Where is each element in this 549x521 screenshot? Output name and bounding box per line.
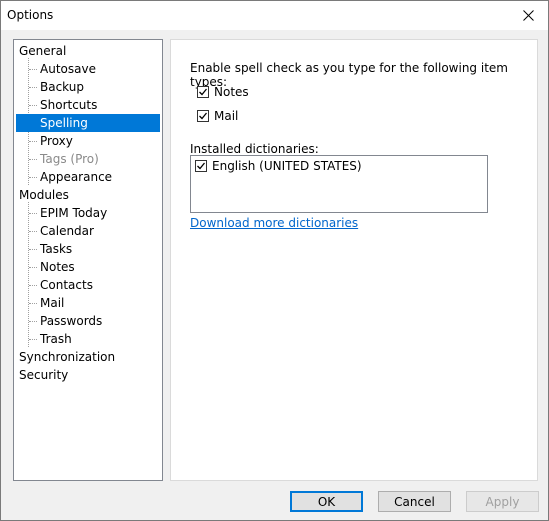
tree-item-contacts[interactable]: Contacts [38, 276, 95, 294]
tree-item-security[interactable]: Security [19, 366, 68, 384]
close-button[interactable] [508, 1, 548, 30]
tree-connector [29, 105, 37, 106]
checkmark-icon [199, 88, 208, 96]
options-tree[interactable]: General Autosave Backup Shortcuts Spelling Pr… [13, 39, 163, 481]
tree-item-spelling[interactable]: Spelling [16, 114, 160, 132]
tree-item-autosave[interactable]: Autosave [38, 60, 98, 78]
tree-item-trash[interactable]: Trash [38, 330, 74, 348]
tree-connector [29, 69, 37, 70]
download-dictionaries-link[interactable]: Download more dictionaries [190, 216, 358, 230]
tree-item-epim-today[interactable]: EPIM Today [38, 204, 109, 222]
tree-connector [29, 213, 37, 214]
tree-connector [29, 177, 37, 178]
tree-item-proxy[interactable]: Proxy [38, 132, 75, 150]
tree-connector [28, 202, 29, 347]
checkmark-icon [197, 162, 206, 170]
dictionary-item[interactable]: English (UNITED STATES) [195, 159, 362, 173]
tree-connector [29, 87, 37, 88]
dictionaries-list[interactable]: English (UNITED STATES) [190, 155, 488, 213]
notes-checkbox-row[interactable]: Notes [197, 85, 249, 99]
options-window: Options General Autosave Backup Shortcuts Sp… [0, 0, 549, 521]
apply-button[interactable]: Apply [466, 491, 539, 512]
tree-item-calendar[interactable]: Calendar [38, 222, 96, 240]
mail-checkbox-row[interactable]: Mail [197, 109, 238, 123]
notes-checkbox-label: Notes [214, 85, 249, 99]
dictionary-label: English (UNITED STATES) [212, 159, 362, 173]
tree-item-modules[interactable]: Modules [19, 186, 69, 204]
dictionary-checkbox[interactable] [195, 160, 207, 172]
tree-connector [29, 231, 37, 232]
ok-button[interactable]: OK [290, 491, 363, 512]
mail-checkbox-label: Mail [214, 109, 239, 123]
checkmark-icon [199, 112, 208, 120]
mail-checkbox[interactable] [197, 110, 209, 122]
window-title: Options [7, 8, 54, 22]
cancel-button[interactable]: Cancel [378, 491, 451, 512]
notes-checkbox[interactable] [197, 86, 209, 98]
tree-item-tags-pro[interactable]: Tags (Pro) [38, 150, 101, 168]
tree-item-passwords[interactable]: Passwords [38, 312, 104, 330]
tree-connector [29, 141, 37, 142]
tree-connector [29, 285, 37, 286]
tree-item-mail[interactable]: Mail [38, 294, 66, 312]
tree-connector [29, 303, 37, 304]
tree-item-tasks[interactable]: Tasks [38, 240, 74, 258]
tree-connector [29, 321, 37, 322]
close-icon [522, 10, 534, 21]
tree-item-notes[interactable]: Notes [38, 258, 77, 276]
tree-connector [29, 249, 37, 250]
tree-item-appearance[interactable]: Appearance [38, 168, 114, 186]
tree-item-synchronization[interactable]: Synchronization [19, 348, 115, 366]
tree-connector [29, 339, 37, 340]
tree-item-backup[interactable]: Backup [38, 78, 86, 96]
spelling-panel: Enable spell check as you type for the f… [170, 39, 538, 481]
tree-connector [29, 159, 37, 160]
tree-item-general[interactable]: General [19, 42, 66, 60]
installed-dictionaries-label: Installed dictionaries: [190, 142, 319, 156]
title-bar: Options [1, 1, 548, 30]
tree-connector [29, 267, 37, 268]
tree-item-shortcuts[interactable]: Shortcuts [38, 96, 99, 114]
